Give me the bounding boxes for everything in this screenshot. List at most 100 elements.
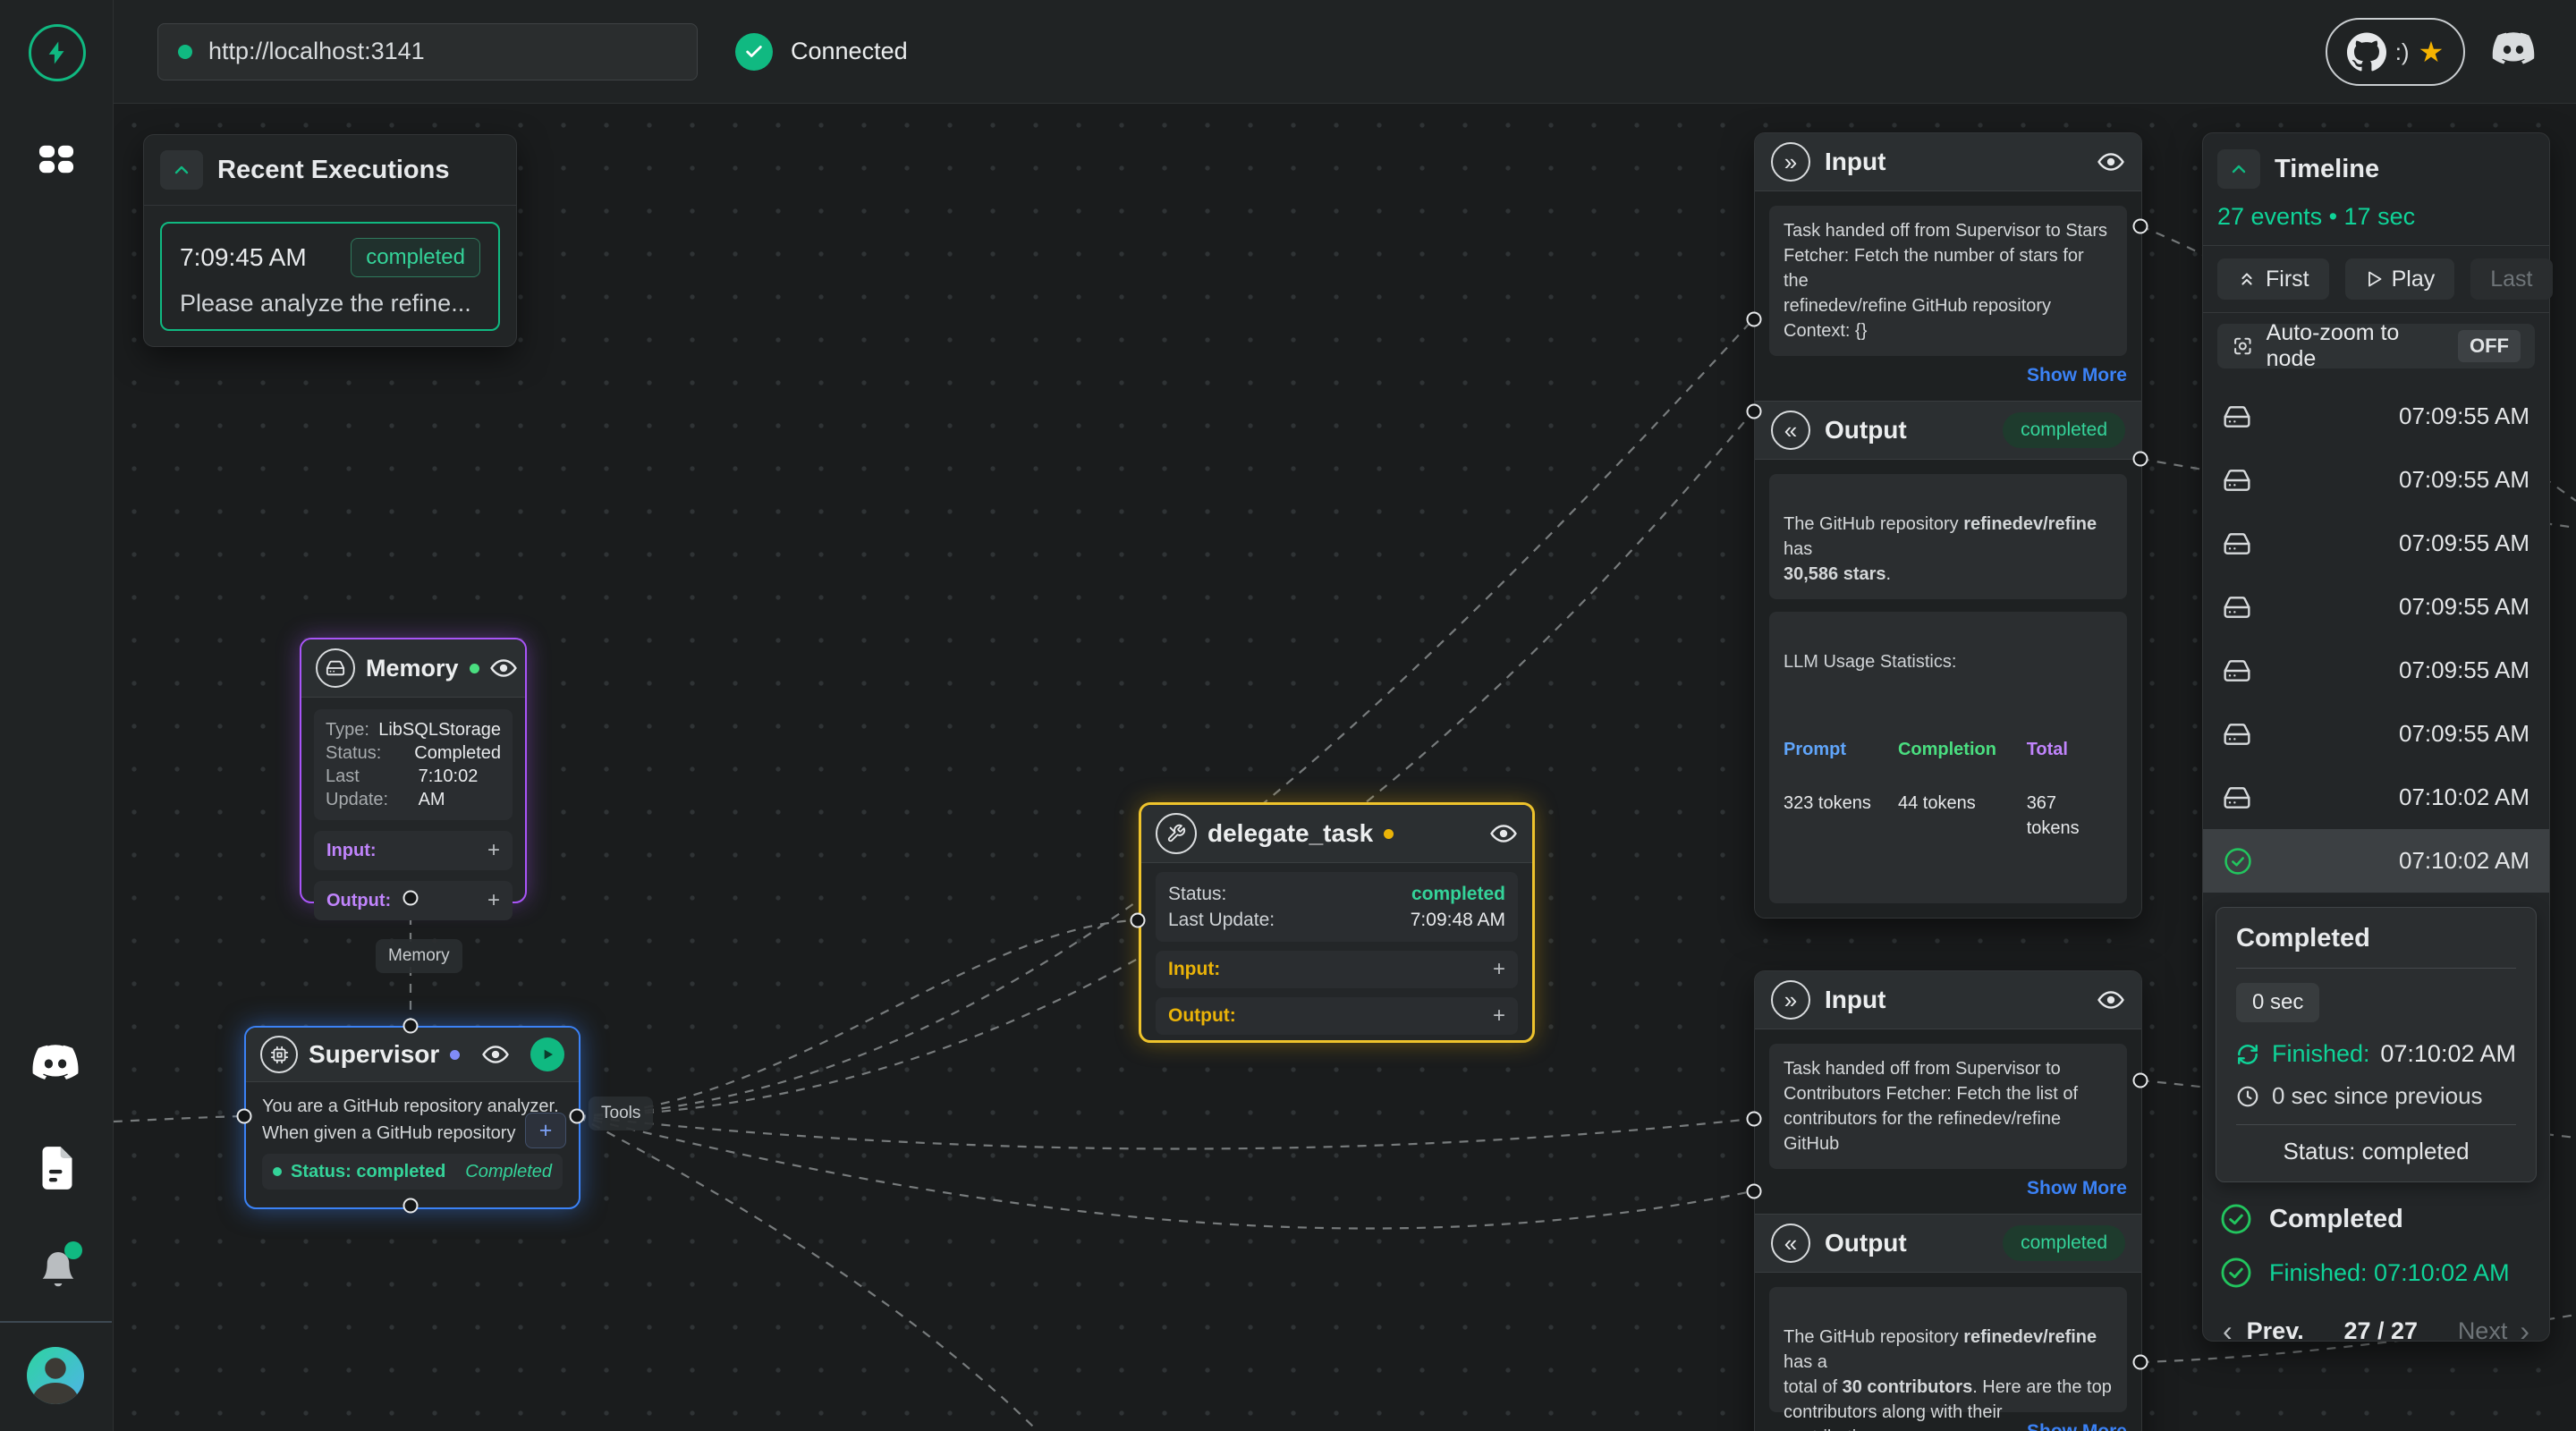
supervisor-node[interactable]: Supervisor You are a GitHub repository a…	[244, 1026, 580, 1209]
supervisor-top-handle[interactable]	[403, 1019, 419, 1034]
stars-panel-right-handle[interactable]	[2133, 219, 2148, 234]
memory-status-label: Status:	[326, 741, 381, 765]
next-chevron-icon[interactable]: ›	[2520, 1315, 2529, 1348]
finished-time: 07:10:02 AM	[2380, 1040, 2516, 1068]
supervisor-bottom-handle[interactable]	[403, 1198, 419, 1214]
timeline-event-row[interactable]: 07:09:55 AM	[2203, 512, 2549, 575]
memory-update-value: 7:10:02 AM	[419, 765, 501, 811]
storage-event-icon	[2223, 402, 2251, 431]
storage-event-icon	[2223, 466, 2251, 495]
discord-link-topbar[interactable]	[2490, 32, 2537, 70]
timeline-event-row[interactable]: 07:09:55 AM	[2203, 385, 2549, 448]
page-indicator: 27 / 27	[2343, 1317, 2418, 1345]
memory-node-icon	[316, 648, 355, 688]
top-bar: http://localhost:3141 Connected :) ★	[113, 0, 2576, 104]
supervisor-left-handle[interactable]	[237, 1109, 252, 1124]
event-detail-heading: Completed	[2236, 924, 2516, 953]
delegate-left-handle[interactable]	[1131, 913, 1146, 928]
timeline-last-button[interactable]: Last	[2470, 258, 2552, 300]
event-detail-card: Completed 0 sec Finished: 07:10:02 AM 0 …	[2216, 907, 2537, 1182]
memory-input-plus[interactable]: +	[487, 838, 500, 863]
delegate-task-eye-icon[interactable]	[1489, 824, 1518, 843]
recent-executions-collapse-button[interactable]	[160, 150, 203, 190]
next-button[interactable]: Next	[2458, 1317, 2508, 1345]
timeline-last-label: Last	[2490, 267, 2532, 292]
event-time: 07:10:02 AM	[2399, 783, 2529, 811]
supervisor-node-icon	[260, 1036, 298, 1073]
event-time: 07:09:55 AM	[2399, 529, 2529, 557]
delegate-update-label: Last Update:	[1168, 907, 1275, 933]
execution-card[interactable]: 7:09:45 AM completed Please analyze the …	[160, 222, 500, 331]
github-icon	[2347, 32, 2386, 72]
github-smiley-text: :)	[2395, 38, 2410, 66]
discord-icon-sidebar[interactable]	[30, 1045, 80, 1086]
timeline-event-row[interactable]: 07:10:02 AM	[2203, 766, 2549, 829]
autozoom-toggle[interactable]: Auto-zoom to node OFF	[2217, 324, 2535, 368]
stars-out-repo: refinedev/refine	[1963, 514, 2097, 534]
contrib-input-eye-icon[interactable]	[2097, 990, 2125, 1010]
memory-eye-icon[interactable]	[490, 658, 517, 678]
memory-status-value: Completed	[414, 741, 501, 765]
timeline-event-list: 07:09:55 AM 07:09:55 AM 07:09:55 AM 07:0…	[2203, 385, 2549, 893]
timeline-play-button[interactable]: Play	[2345, 258, 2455, 300]
memory-input-expander[interactable]: Input: +	[314, 831, 513, 870]
memory-node-title: Memory	[366, 655, 459, 682]
delegate-status-value: completed	[1411, 881, 1505, 907]
contrib-input-show-more[interactable]: Show More	[1769, 1178, 2127, 1199]
memory-bottom-handle[interactable]	[403, 891, 419, 906]
contrib-panel-left-handle[interactable]	[1747, 1112, 1762, 1127]
event-time: 07:10:02 AM	[2399, 847, 2529, 875]
supervisor-expand-button[interactable]: +	[525, 1113, 566, 1148]
delegate-output-expander[interactable]: Output: +	[1156, 997, 1518, 1035]
stars-input-eye-icon[interactable]	[2097, 152, 2125, 172]
recent-executions-title: Recent Executions	[217, 156, 449, 185]
stars-panel-right-handle2[interactable]	[2133, 452, 2148, 467]
output-arrow-icon: «	[1771, 1224, 1810, 1263]
storage-event-icon	[2223, 529, 2251, 558]
github-star-button[interactable]: :) ★	[2326, 18, 2465, 86]
server-url-input[interactable]: http://localhost:3141	[157, 23, 698, 80]
timeline-event-row-selected[interactable]: 07:10:02 AM	[2203, 829, 2549, 893]
timeline-event-row[interactable]: 07:09:55 AM	[2203, 702, 2549, 766]
timeline-collapse-button[interactable]	[2217, 149, 2260, 189]
timeline-event-row[interactable]: 07:09:55 AM	[2203, 575, 2549, 639]
contrib-panel-left-handle2[interactable]	[1747, 1184, 1762, 1199]
app-logo[interactable]	[29, 24, 86, 81]
supervisor-right-handle[interactable]	[570, 1109, 585, 1124]
llm-completion-value: 44 tokens	[1898, 791, 2027, 816]
prev-chevron-icon[interactable]: ‹	[2223, 1315, 2233, 1348]
contrib-panel-right-handle[interactable]	[2133, 1073, 2148, 1088]
stars-panel-left-handle2[interactable]	[1747, 404, 1762, 419]
delegate-input-plus[interactable]: +	[1493, 957, 1505, 982]
delegate-output-plus[interactable]: +	[1493, 1003, 1505, 1029]
delegate-input-expander[interactable]: Input: +	[1156, 951, 1518, 988]
apps-grid-icon[interactable]	[36, 141, 77, 177]
stars-panel-left-handle[interactable]	[1747, 312, 1762, 327]
notifications-bell-icon[interactable]	[39, 1250, 77, 1291]
supervisor-run-button[interactable]	[530, 1037, 564, 1071]
timeline-event-row[interactable]: 07:09:55 AM	[2203, 448, 2549, 512]
stars-out-p3: .	[1886, 564, 1892, 584]
user-avatar[interactable]	[27, 1347, 84, 1404]
llm-prompt-col: Prompt 323 tokens	[1784, 712, 1898, 866]
supervisor-node-title: Supervisor	[309, 1040, 439, 1069]
contrib-out-p2: has a total of	[1784, 1352, 1843, 1397]
timeline-first-button[interactable]: First	[2217, 258, 2329, 300]
llm-total-value: 367 tokens	[2027, 791, 2113, 841]
contrib-input-text: Task handed off from Supervisor to Contr…	[1769, 1044, 2127, 1169]
stars-output-text: The GitHub repository refinedev/refine h…	[1769, 474, 2127, 599]
delegate-task-node[interactable]: delegate_task Status:completed Last Upda…	[1139, 802, 1535, 1043]
docs-icon[interactable]	[38, 1145, 77, 1191]
stars-input-show-more[interactable]: Show More	[1769, 365, 2127, 386]
llm-prompt-value: 323 tokens	[1784, 791, 1898, 816]
memory-node[interactable]: Memory Type:LibSQLStorage Status:Complet…	[300, 638, 527, 903]
supervisor-eye-icon[interactable]	[482, 1045, 509, 1064]
prev-button[interactable]: Prev.	[2247, 1317, 2304, 1345]
memory-output-plus[interactable]: +	[487, 888, 500, 913]
contrib-input-title: Input	[1825, 986, 1885, 1014]
timeline-event-row[interactable]: 07:09:55 AM	[2203, 639, 2549, 702]
memory-type-value: LibSQLStorage	[378, 718, 501, 741]
contrib-panel-right-handle2[interactable]	[2133, 1355, 2148, 1370]
input-arrow-icon: »	[1771, 980, 1810, 1020]
stars-input-title: Input	[1825, 148, 1885, 176]
